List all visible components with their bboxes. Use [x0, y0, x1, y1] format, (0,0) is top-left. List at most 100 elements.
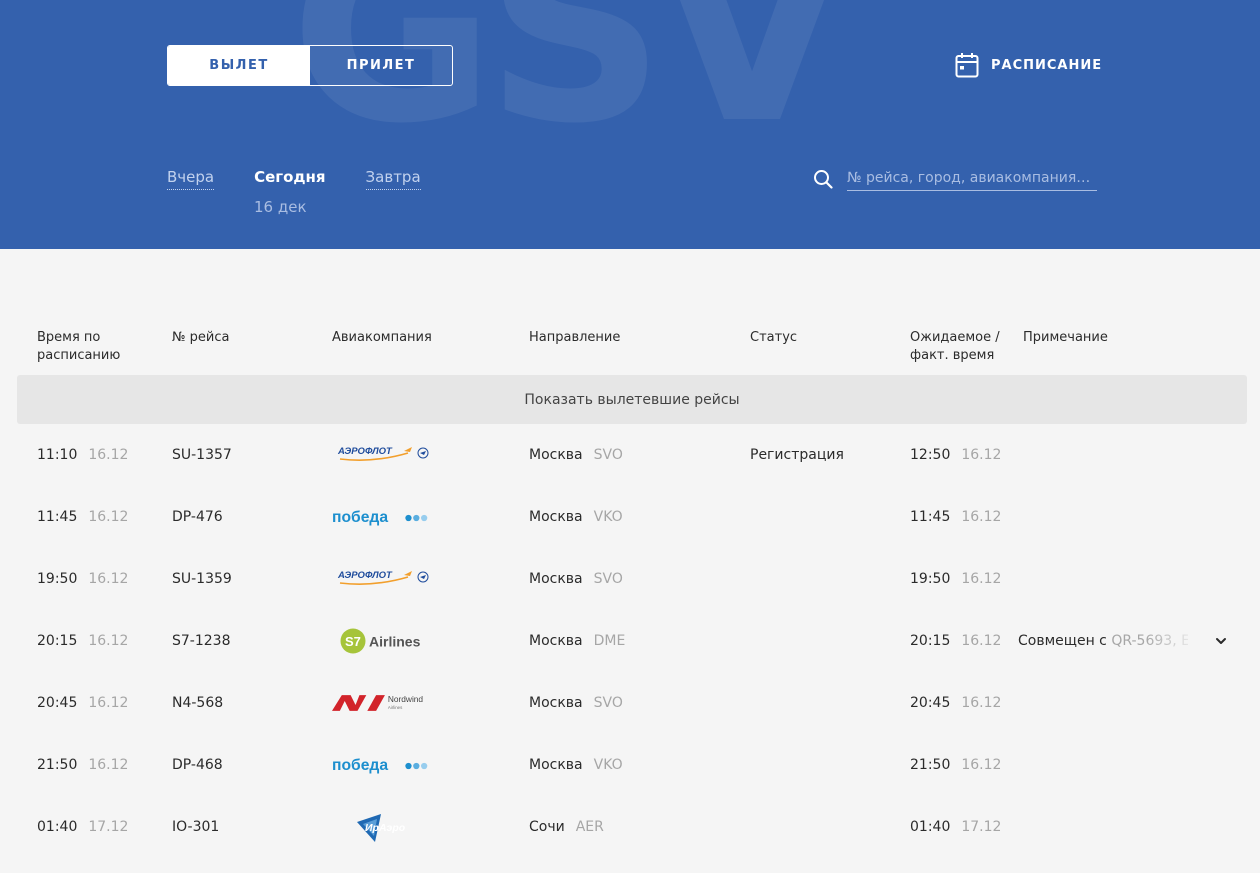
direction-cell: Москва SVO	[529, 672, 623, 734]
destination-code: SVO	[593, 571, 623, 587]
direction-cell: Москва VKO	[529, 734, 623, 796]
actual-date: 16.12	[961, 633, 1002, 649]
scheduled-time: 11:45	[37, 509, 78, 525]
column-header-scheduled-line1: Время по	[37, 330, 101, 345]
scheduled-time: 20:45	[37, 695, 78, 711]
actual-time: 11:45	[910, 509, 951, 525]
actual-date: 16.12	[961, 447, 1002, 463]
column-header-status: Статус	[750, 330, 798, 345]
flight-search	[813, 167, 1097, 191]
flight-row[interactable]: 01:40 17.12 IO-301 ИрАэро Сочи AER 01:40…	[0, 796, 1260, 858]
flight-row[interactable]: 20:45 16.12 N4-568 Nordwind Airlines Мос…	[0, 672, 1260, 734]
flight-row[interactable]: 19:50 16.12 SU-1359 АЭРОФЛОТ Москва SVO …	[0, 548, 1260, 610]
flight-row[interactable]: 20:15 16.12 S7-1238 S7 Airlines Москва D…	[0, 610, 1260, 672]
destination-city: Москва	[529, 633, 583, 649]
column-header-actual-line1: Ожидаемое /	[910, 330, 1000, 345]
actual-date: 16.12	[961, 695, 1002, 711]
svg-text:Airlines: Airlines	[388, 705, 403, 710]
svg-text:АЭРОФЛОТ: АЭРОФЛОТ	[337, 570, 393, 581]
destination-code: SVO	[593, 447, 623, 463]
direction-cell: Сочи AER	[529, 796, 604, 858]
actual-date: 17.12	[961, 819, 1002, 835]
day-tab-today[interactable]: Сегодня	[254, 168, 325, 190]
actual-time: 12:50	[910, 447, 951, 463]
scheduled-time: 11:10	[37, 447, 78, 463]
destination-code: AER	[575, 819, 604, 835]
scheduled-date: 16.12	[88, 509, 129, 525]
actual-time: 20:45	[910, 695, 951, 711]
scheduled-date: 16.12	[88, 447, 129, 463]
actual-time-cell: 12:50 16.12	[910, 424, 1001, 486]
destination-city: Москва	[529, 757, 583, 773]
nordwind-logo: Nordwind Airlines	[332, 694, 424, 711]
svg-text:АЭРОФЛОТ: АЭРОФЛОТ	[337, 446, 393, 457]
schedule-label: РАСПИСАНИЕ	[991, 57, 1103, 73]
flight-number: S7-1238	[172, 633, 231, 649]
actual-date: 16.12	[961, 757, 1002, 773]
pobeda-logo: победа	[332, 509, 428, 526]
search-field	[847, 167, 1097, 191]
svg-text:победа: победа	[332, 757, 388, 774]
column-header-flight: № рейса	[172, 330, 230, 345]
column-header-direction: Направление	[529, 330, 621, 345]
pobeda-logo: победа	[332, 757, 428, 774]
actual-time-cell: 19:50 16.12	[910, 548, 1001, 610]
search-input[interactable]	[847, 170, 1097, 186]
actual-date: 16.12	[961, 509, 1002, 525]
column-header-scheduled: Время по расписанию	[37, 329, 120, 365]
column-header-scheduled-line2: расписанию	[37, 348, 121, 363]
direction-toggle: ВЫЛЕТ ПРИЛЕТ	[167, 45, 453, 86]
direction-cell: Москва VKO	[529, 486, 623, 548]
arrival-tab[interactable]: ПРИЛЕТ	[310, 46, 452, 85]
scheduled-date: 16.12	[88, 571, 129, 587]
flight-row[interactable]: 21:50 16.12 DP-468 победа Москва VKO 21:…	[0, 734, 1260, 796]
column-header-note: Примечание	[1023, 330, 1108, 345]
actual-time-cell: 01:40 17.12	[910, 796, 1001, 858]
airline-logo-cell: Nordwind Airlines	[332, 672, 432, 734]
scheduled-time: 21:50	[37, 757, 78, 773]
direction-cell: Москва SVO	[529, 548, 623, 610]
departure-tab[interactable]: ВЫЛЕТ	[168, 46, 310, 85]
destination-code: DME	[593, 633, 626, 649]
note-text: Совмещен с QR-5693, EY	[1018, 633, 1188, 649]
actual-time-cell: 20:45 16.12	[910, 672, 1001, 734]
scheduled-time: 01:40	[37, 819, 78, 835]
svg-text:ИрАэро: ИрАэро	[365, 822, 406, 834]
destination-code: VKO	[593, 509, 623, 525]
day-tab-tomorrow[interactable]: Завтра	[365, 168, 421, 190]
actual-time: 19:50	[910, 571, 951, 587]
svg-text:S7: S7	[345, 634, 361, 649]
flight-row[interactable]: 11:10 16.12 SU-1357 АЭРОФЛОТ Москва SVO …	[0, 424, 1260, 486]
destination-code: VKO	[593, 757, 623, 773]
scheduled-time-cell: 21:50 16.12	[37, 734, 128, 796]
flight-number: DP-468	[172, 757, 223, 773]
flight-number: SU-1357	[172, 447, 232, 463]
header-banner: GSV ВЫЛЕТ ПРИЛЕТ РАСПИСАНИЕ Вчера Сегодн…	[0, 0, 1260, 249]
aeroflot-logo: АЭРОФЛОТ	[337, 570, 429, 585]
scheduled-time-cell: 11:45 16.12	[37, 486, 128, 548]
day-tab-yesterday[interactable]: Вчера	[167, 168, 215, 190]
destination-city: Москва	[529, 695, 583, 711]
scheduled-time-cell: 01:40 17.12	[37, 796, 128, 858]
airline-logo-cell: победа	[332, 486, 432, 548]
chevron-down-icon[interactable]	[1214, 610, 1228, 672]
flight-row[interactable]: 11:45 16.12 DP-476 победа Москва VKO 11:…	[0, 486, 1260, 548]
svg-text:Airlines: Airlines	[369, 634, 421, 650]
s7-logo: S7 Airlines	[340, 628, 421, 654]
airline-logo-cell: АЭРОФЛОТ	[332, 424, 432, 486]
actual-time: 20:15	[910, 633, 951, 649]
destination-city: Москва	[529, 571, 583, 587]
show-departed-button[interactable]: Показать вылетевшие рейсы	[17, 375, 1247, 424]
scheduled-time: 20:15	[37, 633, 78, 649]
search-icon[interactable]	[813, 169, 833, 189]
actual-time: 21:50	[910, 757, 951, 773]
destination-city: Москва	[529, 509, 583, 525]
flight-number: IO-301	[172, 819, 220, 835]
day-tabs: Вчера Сегодня Завтра	[167, 168, 461, 190]
schedule-link[interactable]: РАСПИСАНИЕ	[955, 52, 1102, 78]
flight-number: N4-568	[172, 695, 224, 711]
svg-text:Nordwind: Nordwind	[388, 694, 424, 704]
airline-logo-cell: победа	[332, 734, 432, 796]
note-codeshare: QR-5693, EY	[1111, 633, 1188, 649]
scheduled-time-cell: 11:10 16.12	[37, 424, 128, 486]
